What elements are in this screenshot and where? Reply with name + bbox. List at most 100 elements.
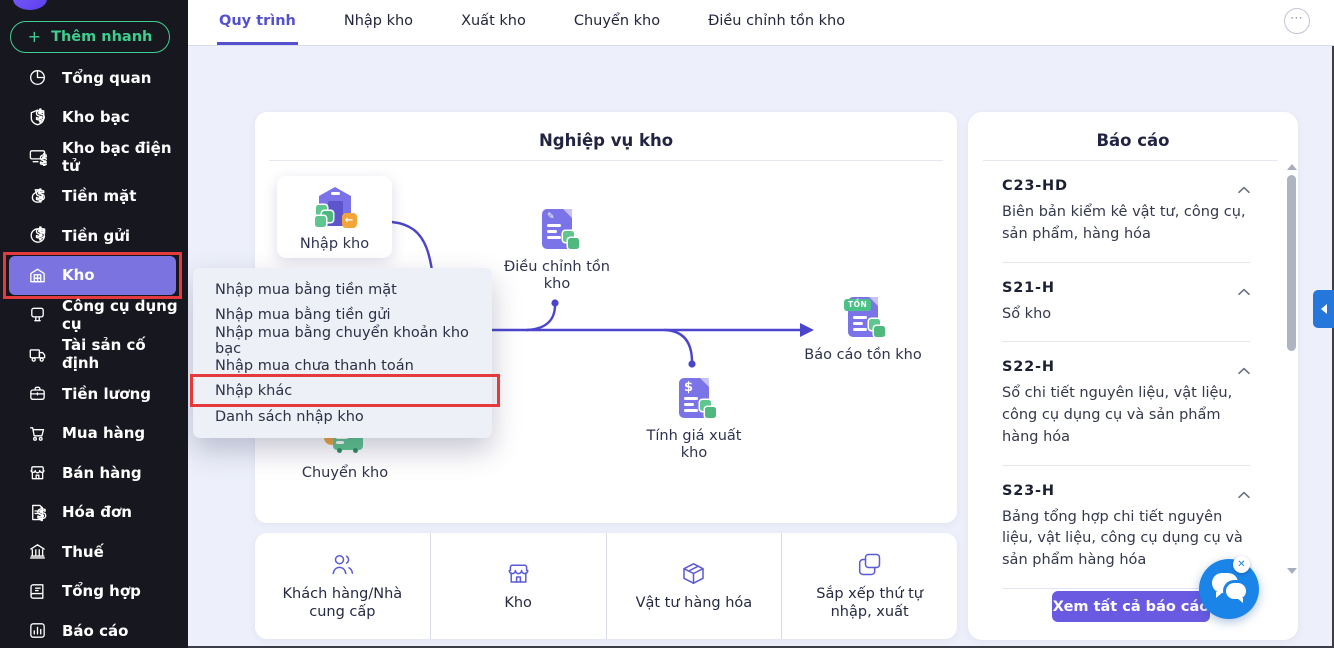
menu-item-danh-sach-nhap-kho[interactable]: Danh sách nhập kho (193, 405, 492, 431)
catalog-shortcuts-card: Khách hàng/Nhà cung cấp Kho Vật tư hàng … (255, 533, 957, 639)
invoice-icon (28, 503, 47, 522)
adjust-stock-doc-icon: ✎ (534, 206, 580, 252)
chat-close-icon[interactable]: ✕ (1233, 556, 1250, 573)
sidebar-item-tien-mat[interactable]: Tiền mặt (0, 177, 188, 217)
sidebar-item-cong-cu-dung-cu[interactable]: Công cụ dụng cụ (0, 295, 188, 335)
menu-item-nhap-mua-bang-tien-mat[interactable]: Nhập mua bằng tiền mặt (193, 277, 492, 303)
store-icon (28, 463, 47, 482)
tab-row: Quy trình Nhập kho Xuất kho Chuyển kho Điều … (217, 0, 891, 45)
chevron-up-icon[interactable] (1238, 484, 1250, 492)
chat-widget-button[interactable] (1199, 559, 1259, 619)
chevron-up-icon[interactable] (1238, 179, 1250, 187)
sidebar-item-label: Tiền lương (62, 384, 151, 403)
flow-node-label: Điều chỉnh tồn kho (504, 259, 610, 293)
report-description: Sổ chi tiết nguyên liệu, vật liệu, công … (1002, 385, 1233, 445)
shortcut-vat-tu-hang-hoa[interactable]: Vật tư hàng hóa (607, 533, 783, 639)
sidebar-item-label: Hóa đơn (62, 503, 132, 522)
tab-chuyen-kho[interactable]: Chuyển kho (572, 0, 662, 45)
tab-quy-trinh[interactable]: Quy trình (217, 0, 298, 45)
sidebar-item-label: Tiền gửi (62, 226, 131, 245)
shortcut-label: Sắp xếp thứ tự nhập, xuất (816, 586, 924, 620)
chart-icon (28, 621, 47, 640)
report-item-c23-hd[interactable]: C23-HD Biên bản kiểm kê vật tư, công cụ,… (1002, 161, 1250, 263)
report-description: Sổ kho (1002, 305, 1052, 322)
sidebar-item-label: Bán hàng (62, 463, 142, 482)
layers-icon (856, 551, 883, 578)
tab-dieu-chinh-ton-kho[interactable]: Điều chỉnh tồn kho (706, 0, 847, 45)
flow-node-tinh-gia[interactable]: $ Tính giá xuất kho (635, 375, 753, 462)
sidebar-item-ban-hang[interactable]: Bán hàng (0, 453, 188, 493)
sidebar-item-kho[interactable]: Kho (3, 251, 182, 299)
sidebar-item-label: Tổng hợp (62, 582, 141, 601)
chevron-up-icon[interactable] (1238, 281, 1250, 289)
report-code: C23-HD (1002, 178, 1068, 194)
shortcut-khach-hang-nha-cung-cap[interactable]: Khách hàng/Nhà cung cấp (255, 533, 431, 639)
menu-item-nhap-khac[interactable]: Nhập khác (190, 374, 500, 406)
menu-item-nhap-mua-chua-thanh-toan[interactable]: Nhập mua chưa thanh toán (193, 354, 492, 380)
sidebar-item-label: Kho bạc (62, 108, 130, 127)
evault-icon (28, 147, 47, 166)
report-item-s21-h[interactable]: S21-H Sổ kho (1002, 263, 1250, 343)
sidebar-item-hoa-don[interactable]: Hóa đơn (0, 493, 188, 533)
sidebar-item-mua-hang[interactable]: Mua hàng (0, 414, 188, 454)
sidebar-item-tong-hop[interactable]: Tổng hợp (0, 572, 188, 612)
cart-icon (28, 424, 47, 443)
chat-bubble-small-icon (1226, 583, 1246, 603)
flow-node-label: Chuyển kho (301, 465, 389, 481)
sidebar-item-bao-cao[interactable]: Báo cáo (0, 611, 188, 648)
report-description: Biên bản kiểm kê vật tư, công cụ, sản ph… (1002, 204, 1246, 242)
warehouse-icon (28, 266, 47, 285)
chevron-up-icon[interactable] (1238, 360, 1250, 368)
flow-node-label: Báo cáo tồn kho (804, 347, 922, 363)
panel-collapse-handle[interactable] (1313, 290, 1334, 328)
topbar: Quy trình Nhập kho Xuất kho Chuyển kho Điều … (188, 0, 1334, 46)
tab-xuat-kho[interactable]: Xuất kho (459, 0, 528, 45)
box-icon (680, 560, 707, 587)
inbound-arrow-badge: ← (341, 212, 357, 228)
scroll-up-icon[interactable] (1287, 164, 1297, 170)
report-scrollbar[interactable] (1286, 160, 1298, 580)
menu-item-nhap-mua-bang-chuyen-khoan-kho-bac[interactable]: Nhập mua bằng chuyển khoản kho bạc (193, 325, 492, 357)
sidebar-item-label: Tổng quan (62, 68, 152, 87)
tab-nhap-kho[interactable]: Nhập kho (342, 0, 415, 45)
scroll-down-icon[interactable] (1287, 568, 1297, 574)
truck-icon (28, 345, 47, 364)
sidebar-item-label: Báo cáo (62, 621, 129, 640)
ledger-icon (28, 582, 47, 601)
more-options-icon[interactable]: ⋯ (1284, 8, 1310, 34)
quick-add-button[interactable]: + Thêm nhanh (10, 21, 170, 53)
sidebar-item-label: Tiền mặt (62, 187, 137, 206)
shortcut-sap-xep-thu-tu-nhap-xuat[interactable]: Sắp xếp thứ tự nhập, xuất (782, 533, 957, 639)
report-list: C23-HD Biên bản kiểm kê vật tư, công cụ,… (1002, 161, 1250, 589)
sidebar-item-tong-quan[interactable]: Tổng quan (0, 58, 188, 98)
shortcut-label: Vật tư hàng hóa (635, 594, 753, 611)
pie-icon (28, 68, 47, 87)
view-all-reports-button[interactable]: Xem tất cả báo cáo (1052, 591, 1210, 622)
sidebar-item-label: Kho (62, 266, 95, 285)
stock-report-doc-icon: TỒN (840, 294, 886, 340)
report-code: S23-H (1002, 482, 1055, 499)
flow-node-dieu-chinh[interactable]: ✎ Điều chỉnh tồn kho (501, 206, 613, 293)
shortcut-kho[interactable]: Kho (431, 533, 607, 639)
flow-node-nhap-kho[interactable]: ← Nhập kho (277, 176, 392, 258)
quick-add-label: Thêm nhanh (51, 29, 153, 45)
sidebar-item-tien-luong[interactable]: Tiền lương (0, 374, 188, 414)
report-description: Bảng tổng hợp chi tiết nguyên liệu, vật … (1002, 508, 1243, 569)
app-logo (13, 0, 47, 10)
sidebar-item-kho-bac-dien-tu[interactable]: Kho bạc điện tử (0, 137, 188, 177)
nhap-kho-dropdown: Nhập mua bằng tiền mặt Nhập mua bằng tiền… (190, 268, 500, 438)
sidebar-item-tai-san-co-dinh[interactable]: Tài sản cố định (0, 335, 188, 375)
report-item-s22-h[interactable]: S22-H Sổ chi tiết nguyên liệu, vật liệu,… (1002, 342, 1250, 466)
briefcase-icon (28, 384, 47, 403)
sidebar-item-kho-bac[interactable]: Kho bạc (0, 98, 188, 138)
sidebar: + Thêm nhanh Tổng quan Kho bạc Kho bạc đ… (0, 0, 188, 648)
people-icon (329, 551, 356, 578)
sidebar-item-label: Kho bạc điện tử (62, 138, 172, 175)
sidebar-item-label: Công cụ dụng cụ (62, 296, 178, 333)
sidebar-item-tien-gui[interactable]: Tiền gửi (0, 216, 188, 256)
plus-icon: + (27, 27, 42, 46)
flow-node-label: Tính giá xuất kho (646, 428, 742, 462)
sidebar-item-thue[interactable]: Thuế (0, 532, 188, 572)
scrollbar-thumb[interactable] (1287, 175, 1296, 351)
flow-node-bao-cao-ton[interactable]: TỒN Báo cáo tồn kho (783, 294, 943, 364)
